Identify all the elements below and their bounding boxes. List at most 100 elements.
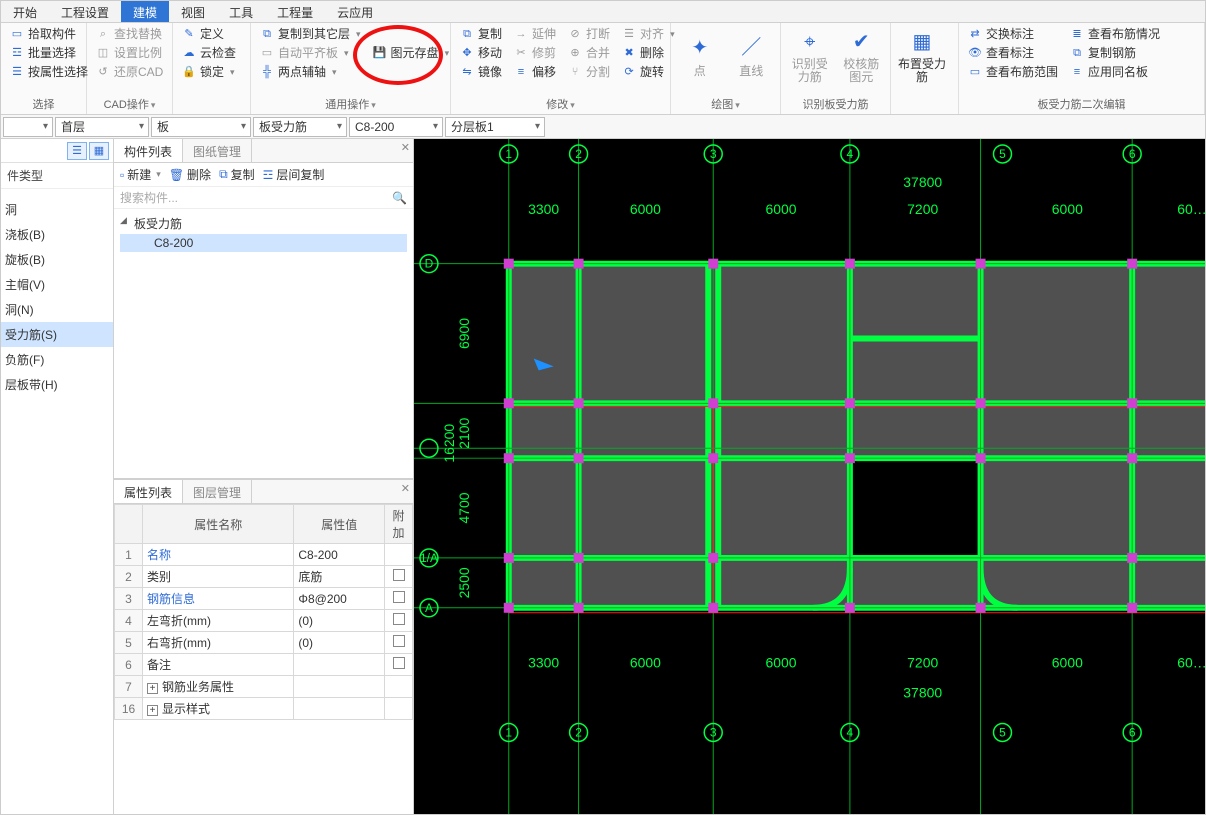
rotate-button[interactable]: ⟳旋转 xyxy=(619,63,678,81)
expand-icon[interactable]: + xyxy=(147,683,158,694)
menu-tools[interactable]: 工具 xyxy=(217,1,265,22)
delete-button[interactable]: ✖删除 xyxy=(619,44,678,62)
layout-bar-button[interactable]: ▦布置受力筋 xyxy=(897,25,947,87)
nav-item-cast-slab[interactable]: 浇板(B) xyxy=(1,222,113,247)
menu-view[interactable]: 视图 xyxy=(169,1,217,22)
cursor-icon: ▭ xyxy=(10,27,24,41)
menu-project[interactable]: 工程设置 xyxy=(49,1,121,22)
point-button[interactable]: ✦点 xyxy=(677,25,723,87)
combo-subtype[interactable]: 板受力筋 xyxy=(253,117,347,137)
nav-item-spiral-slab[interactable]: 旋板(B) xyxy=(1,247,113,272)
merge-button[interactable]: ⊕合并 xyxy=(565,44,613,62)
search-input[interactable]: 搜索构件... xyxy=(114,187,413,209)
find-replace-button[interactable]: ⌕查找替换 xyxy=(93,25,166,43)
pick-element-button[interactable]: ▭拾取构件 xyxy=(7,25,91,43)
menu-quantity[interactable]: 工程量 xyxy=(265,1,325,22)
svg-text:5: 5 xyxy=(999,725,1006,739)
new-button[interactable]: ▫新建▾ xyxy=(120,166,161,183)
table-row[interactable]: 5右弯折(mm)(0) xyxy=(115,632,413,654)
nav-item-0[interactable] xyxy=(1,189,113,197)
tab-property-list[interactable]: 属性列表 xyxy=(114,480,183,503)
combo-empty[interactable] xyxy=(3,117,53,137)
table-row[interactable]: 2类别底筋 xyxy=(115,566,413,588)
del-button[interactable]: 🗑删除 xyxy=(169,166,211,183)
recognize-icon: ⌖ xyxy=(796,28,824,56)
table-row[interactable]: 7+钢筋业务属性 xyxy=(115,676,413,698)
nav-item-cap[interactable]: 主帽(V) xyxy=(1,272,113,297)
state-icon: ≣ xyxy=(1070,27,1084,41)
tab-layer-mgr[interactable]: 图层管理 xyxy=(183,480,252,503)
split-button[interactable]: ⑂分割 xyxy=(565,63,613,81)
save-element-button[interactable]: 💾图元存盘▾ xyxy=(370,44,453,62)
view-grid-button[interactable]: ▦ xyxy=(89,142,109,160)
table-row[interactable]: 4左弯折(mm)(0) xyxy=(115,610,413,632)
checkbox[interactable] xyxy=(393,569,405,581)
swap-annotation-button[interactable]: ⇄交换标注 xyxy=(965,25,1061,43)
break-button[interactable]: ⊘打断 xyxy=(565,25,613,43)
combo-category[interactable]: 板 xyxy=(151,117,251,137)
same-slab-button[interactable]: ≡应用同名板 xyxy=(1067,63,1163,81)
group-modify-label: 修改▾ xyxy=(457,95,664,114)
trash-icon: 🗑 xyxy=(169,168,184,182)
restore-cad-button[interactable]: ↺还原CAD xyxy=(93,63,166,81)
align-button[interactable]: ☰对齐▾ xyxy=(619,25,678,43)
mirror-button[interactable]: ⇋镜像 xyxy=(457,63,505,81)
copy-comp-button[interactable]: ⧉复制 xyxy=(219,166,255,183)
tree-root[interactable]: 板受力筋 xyxy=(120,213,407,234)
combo-spec[interactable]: C8-200 xyxy=(349,117,443,137)
check-elem-button[interactable]: ✔校核筋图元 xyxy=(839,25,885,87)
attr-select-button[interactable]: ☰按属性选择 xyxy=(7,63,91,81)
group-empty-label xyxy=(897,111,952,114)
checkbox[interactable] xyxy=(393,613,405,625)
tree-item-c8-200[interactable]: C8-200 xyxy=(120,234,407,252)
lock-button[interactable]: 🔒锁定▾ xyxy=(179,63,239,81)
table-row[interactable]: 3钢筋信息Φ8@200 xyxy=(115,588,413,610)
view-annotation-button[interactable]: 👁查看标注 xyxy=(965,44,1061,62)
nav-item-neg-bar[interactable]: 负筋(F) xyxy=(1,347,113,372)
set-scale-button[interactable]: ◫设置比例 xyxy=(93,44,166,62)
tab-drawing-mgr[interactable]: 图纸管理 xyxy=(183,139,252,162)
recognize-slab-button[interactable]: ⌖识别受力筋 xyxy=(787,25,833,87)
drawing-canvas[interactable]: 123456 123456 D 1/A A 37800 3300 6000 60… xyxy=(414,139,1205,814)
expand-icon[interactable]: + xyxy=(147,705,158,716)
combo-floor[interactable]: 首层 xyxy=(55,117,149,137)
trim-button[interactable]: ✂修剪 xyxy=(511,44,559,62)
checkbox[interactable] xyxy=(393,635,405,647)
copy-layer-icon: ⧉ xyxy=(260,27,274,41)
menu-cloud[interactable]: 云应用 xyxy=(325,1,385,22)
view-list-button[interactable]: ☰ xyxy=(67,142,87,160)
nav-item-strip[interactable]: 层板带(H) xyxy=(1,372,113,397)
auto-flat-button[interactable]: ▭自动平齐板▾ xyxy=(257,44,364,62)
property-panel-close-icon[interactable]: ✕ xyxy=(401,482,410,495)
table-row[interactable]: 6备注 xyxy=(115,654,413,676)
nav-item-main-bar[interactable]: 受力筋(S) xyxy=(1,322,113,347)
offset-button[interactable]: ≡偏移 xyxy=(511,63,559,81)
checkbox[interactable] xyxy=(393,591,405,603)
view-range-button[interactable]: ▭查看布筋范围 xyxy=(965,63,1061,81)
extend-button[interactable]: →延伸 xyxy=(511,25,559,43)
checkbox[interactable] xyxy=(393,657,405,669)
batch-select-button[interactable]: ☲批量选择 xyxy=(7,44,91,62)
copy-rebar-button[interactable]: ⧉复制钢筋 xyxy=(1067,44,1163,62)
nav-item-hole[interactable]: 洞(N) xyxy=(1,297,113,322)
combo-layer[interactable]: 分层板1 xyxy=(445,117,545,137)
copy-button[interactable]: ⧉复制 xyxy=(457,25,505,43)
group-select-label: 选择 xyxy=(7,95,80,114)
move-button[interactable]: ✥移动 xyxy=(457,44,505,62)
view-state-button[interactable]: ≣查看布筋情况 xyxy=(1067,25,1163,43)
menu-model[interactable]: 建模 xyxy=(121,1,169,22)
panel-close-icon[interactable]: ✕ xyxy=(401,141,410,154)
two-point-axis-button[interactable]: ╬两点辅轴▾ xyxy=(257,63,364,81)
tab-component-list[interactable]: 构件列表 xyxy=(114,139,183,162)
table-row[interactable]: 16+显示样式 xyxy=(115,698,413,720)
menu-bar: 开始 工程设置 建模 视图 工具 工程量 云应用 xyxy=(1,1,1205,23)
nav-item-1[interactable]: 洞 xyxy=(1,197,113,222)
layer-copy-button[interactable]: ☲层间复制 xyxy=(263,166,325,183)
new-icon: ▫ xyxy=(120,168,124,182)
cloud-check-button[interactable]: ☁云检查 xyxy=(179,44,239,62)
define-button[interactable]: ✎定义 xyxy=(179,25,239,43)
menu-start[interactable]: 开始 xyxy=(1,1,49,22)
table-row[interactable]: 1名称C8-200 xyxy=(115,544,413,566)
line-button[interactable]: ／直线 xyxy=(729,25,775,87)
copy-to-layer-button[interactable]: ⧉复制到其它层▾ xyxy=(257,25,364,43)
